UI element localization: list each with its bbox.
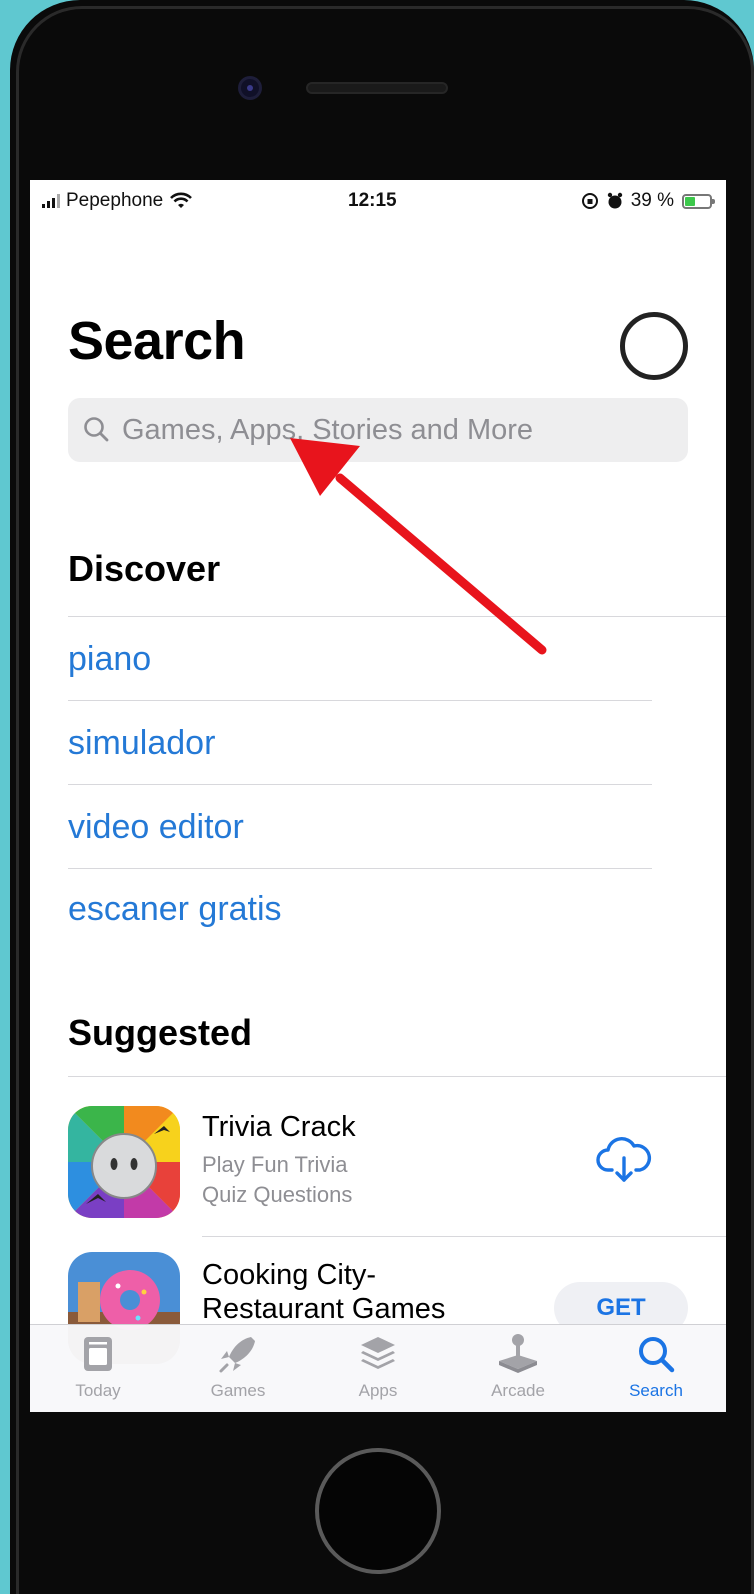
home-button[interactable] (315, 1448, 441, 1574)
status-time: 12:15 (348, 190, 397, 211)
search-field[interactable] (68, 398, 688, 462)
orientation-lock-icon (581, 193, 598, 209)
suggested-heading: Suggested (68, 1012, 253, 1053)
carrier-name: Pepephone (66, 190, 164, 211)
tab-arcade[interactable]: Arcade (468, 1331, 568, 1411)
tab-apps[interactable]: Apps (328, 1331, 428, 1411)
wifi-icon (170, 192, 193, 208)
account-avatar[interactable] (620, 312, 688, 380)
tab-label: Arcade (491, 1381, 545, 1400)
battery-charging-icon (682, 193, 715, 209)
tab-bar: Today Games Apps Arcade Search (30, 1324, 726, 1412)
search-magnifier-icon (84, 417, 109, 442)
discover-heading: Discover (68, 548, 221, 589)
tab-label: Games (210, 1381, 266, 1400)
status-left: Pepephone (42, 190, 193, 212)
front-camera (238, 76, 262, 100)
status-right: 39 % (581, 190, 715, 212)
tab-label: Today (75, 1381, 121, 1400)
tab-label: Apps (358, 1381, 398, 1400)
trivia-crack-app-icon (68, 1106, 180, 1218)
signal-strength-icon (42, 194, 60, 208)
app-name: Trivia Crack (202, 1111, 356, 1143)
discover-item-piano[interactable]: piano (68, 640, 151, 679)
joystick-icon (499, 1334, 537, 1373)
alarm-icon (607, 192, 622, 209)
discover-item-divider (68, 784, 652, 785)
status-bar: Pepephone 12:15 39 % (30, 180, 726, 224)
search-icon (639, 1337, 675, 1373)
rocket-icon (219, 1337, 255, 1373)
suggested-divider (68, 1076, 726, 1077)
battery-percentage: 39 % (630, 190, 674, 211)
page-title: Search (68, 311, 246, 371)
discover-divider (68, 616, 726, 617)
suggested-app-trivia-crack[interactable]: Trivia Crack Play Fun Trivia Quiz Questi… (68, 1106, 688, 1236)
earpiece-speaker (306, 82, 448, 94)
tab-games[interactable]: Games (188, 1331, 288, 1411)
search-input[interactable] (122, 413, 682, 447)
app-name-line2: Restaurant Games (202, 1293, 446, 1325)
discover-item-escaner-gratis[interactable]: escaner gratis (68, 890, 282, 929)
app-subtitle-line1: Play Fun Trivia (202, 1152, 348, 1177)
today-icon (84, 1337, 112, 1371)
discover-item-divider (68, 868, 652, 869)
tab-today[interactable]: Today (48, 1331, 148, 1411)
app-store-screen: Pepephone 12:15 39 % Search Games, Apps,… (30, 180, 726, 1412)
app-name-line1: Cooking City- (202, 1259, 377, 1291)
suggested-item-divider (202, 1236, 726, 1237)
discover-item-divider (68, 700, 652, 701)
layers-icon (361, 1337, 395, 1369)
download-cloud-icon[interactable] (594, 1130, 654, 1190)
app-subtitle-line2: Quiz Questions (202, 1182, 353, 1207)
discover-item-simulador[interactable]: simulador (68, 724, 215, 763)
tab-label: Search (629, 1381, 683, 1400)
discover-item-video-editor[interactable]: video editor (68, 808, 244, 847)
tab-search[interactable]: Search (606, 1331, 706, 1411)
